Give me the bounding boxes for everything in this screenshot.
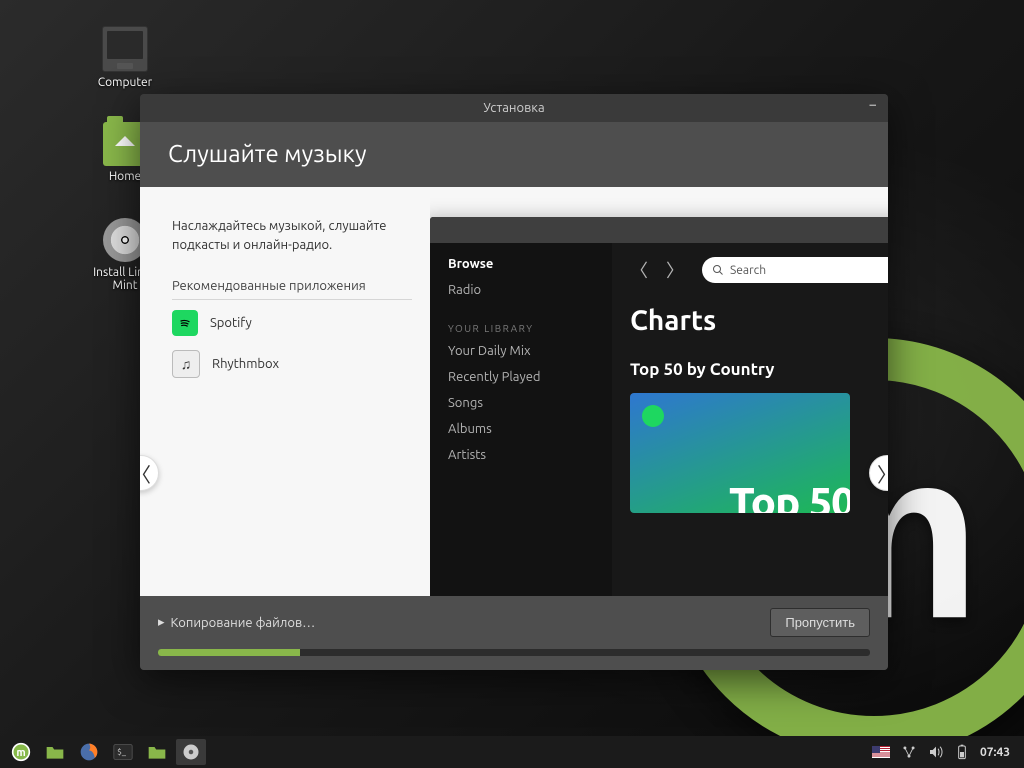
start-menu-button[interactable]: m: [6, 739, 36, 765]
installer-window: Установка – Слушайте музыку 〈 〉 Наслажда…: [140, 94, 888, 670]
sidebar-item-artists: Artists: [448, 448, 594, 462]
volume-icon[interactable]: [928, 745, 944, 759]
recommended-apps-header: Рекомендованные приложения: [172, 279, 412, 300]
app-label: Rhythmbox: [212, 357, 279, 371]
clock[interactable]: 07:43: [980, 746, 1010, 759]
status-text: Копирование файлов…: [171, 616, 316, 630]
install-status[interactable]: ▸ Копирование файлов…: [158, 615, 315, 630]
slide-heading: Слушайте музыку: [140, 122, 888, 187]
slide-body: 〈 〉 Наслаждайтесь музыкой, слушайте подк…: [140, 187, 888, 596]
taskbar-files2-button[interactable]: [142, 739, 172, 765]
back-arrow-icon: 〈: [630, 257, 648, 283]
sidebar-library-header: YOUR LIBRARY: [448, 323, 594, 334]
screenshot-titlebar: [430, 217, 888, 243]
svg-text:m: m: [16, 747, 25, 759]
minimize-button[interactable]: –: [870, 98, 877, 112]
desktop-background: m Computer Home Install Linux Mint Устан…: [0, 0, 1024, 768]
search-icon: [712, 264, 724, 276]
taskbar-files-button[interactable]: [40, 739, 70, 765]
taskbar-installer-button[interactable]: [176, 739, 206, 765]
spotify-icon: [172, 310, 198, 336]
battery-icon[interactable]: [956, 744, 968, 760]
installer-footer: ▸ Копирование файлов… Пропустить: [140, 596, 888, 670]
recommended-app-rhythmbox: ♫ Rhythmbox: [172, 350, 412, 378]
slide-right-column: Browse Radio YOUR LIBRARY Your Daily Mix…: [430, 187, 888, 596]
spotify-heading: Charts: [630, 305, 888, 336]
sidebar-item-daily-mix: Your Daily Mix: [448, 344, 594, 358]
search-placeholder: Search: [730, 264, 766, 277]
sidebar-item-recently-played: Recently Played: [448, 370, 594, 384]
skip-button[interactable]: Пропустить: [770, 608, 870, 637]
progress-bar: [158, 649, 870, 656]
window-title: Установка: [483, 101, 544, 115]
keyboard-layout-indicator[interactable]: [872, 746, 890, 758]
sidebar-item-browse: Browse: [448, 257, 594, 271]
recommended-app-spotify: Spotify: [172, 310, 412, 336]
sidebar-item-songs: Songs: [448, 396, 594, 410]
taskbar-firefox-button[interactable]: [74, 739, 104, 765]
desktop-icon-label: Computer: [80, 76, 170, 89]
sidebar-item-albums: Albums: [448, 422, 594, 436]
forward-arrow-icon: 〉: [666, 257, 684, 283]
spotify-playlist-card: Top 50: [630, 393, 850, 513]
spotify-main: 〈 〉 Search Charts Top 50 by Country: [612, 243, 888, 596]
progress-fill: [158, 649, 300, 656]
slide-lead-text: Наслаждайтесь музыкой, слушайте подкасты…: [172, 217, 412, 255]
taskbar-terminal-button[interactable]: $_: [108, 739, 138, 765]
rhythmbox-icon: ♫: [172, 350, 200, 378]
network-icon[interactable]: [902, 745, 916, 759]
spotify-screenshot: Browse Radio YOUR LIBRARY Your Daily Mix…: [430, 217, 888, 596]
taskbar: m $_ 07:43: [0, 736, 1024, 768]
spotify-sidebar: Browse Radio YOUR LIBRARY Your Daily Mix…: [430, 243, 612, 596]
sidebar-item-radio: Radio: [448, 283, 594, 297]
spotify-search: Search: [702, 257, 888, 283]
window-titlebar[interactable]: Установка –: [140, 94, 888, 122]
slide-left-column: Наслаждайтесь музыкой, слушайте подкасты…: [140, 187, 430, 596]
desktop-icon-computer[interactable]: Computer: [80, 26, 170, 89]
app-label: Spotify: [210, 316, 252, 330]
spotify-subheading: Top 50 by Country: [630, 360, 888, 379]
disclosure-triangle-icon: ▸: [158, 615, 165, 630]
spotify-logo-dot-icon: [642, 405, 664, 427]
card-big-text: Top 50: [729, 478, 850, 513]
computer-icon: [102, 26, 148, 72]
system-tray: 07:43: [872, 744, 1018, 760]
svg-text:$_: $_: [117, 747, 127, 757]
